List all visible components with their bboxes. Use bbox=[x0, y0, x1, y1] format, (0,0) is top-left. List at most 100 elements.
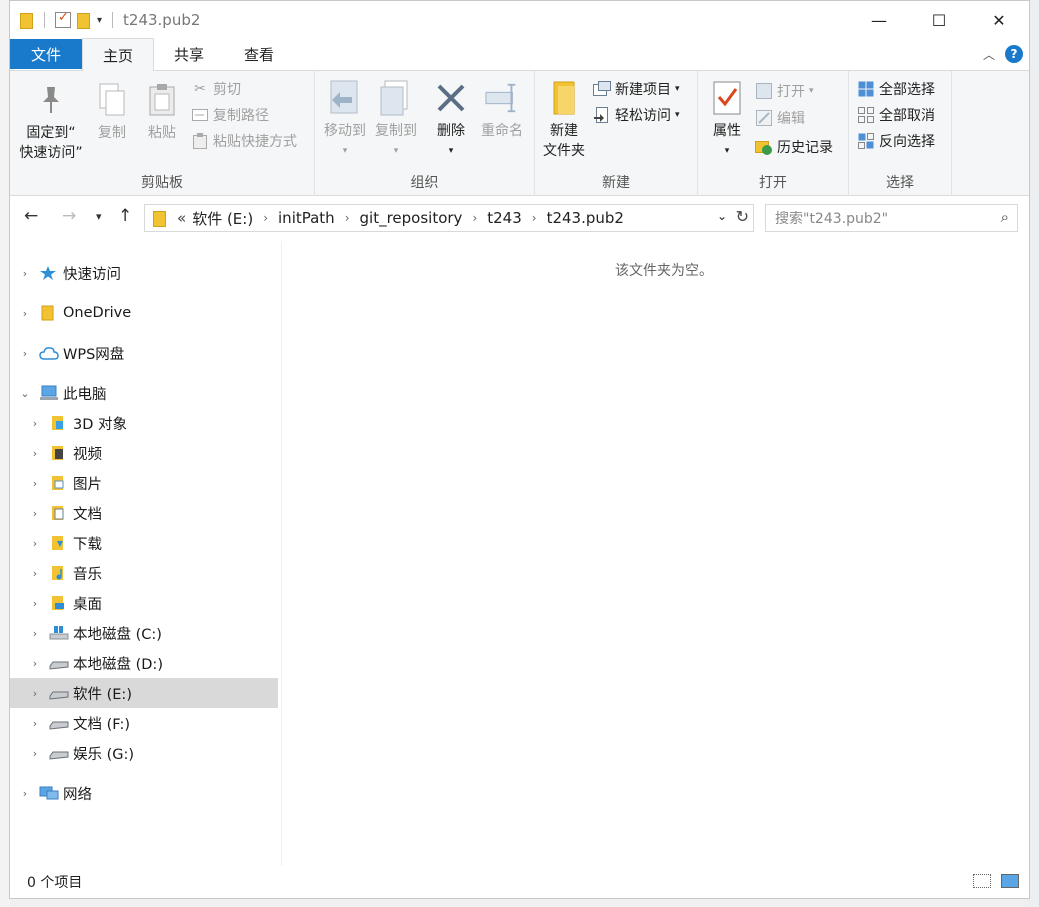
chevron-right-icon[interactable]: › bbox=[19, 267, 31, 280]
up-arrow-icon[interactable]: ↑ bbox=[118, 206, 132, 226]
search-icon[interactable]: ⌕ bbox=[1001, 208, 1009, 226]
tree-item-onedrive[interactable]: › OneDrive bbox=[10, 298, 278, 328]
tree-item-drive-d[interactable]: › 本地磁盘 (D:) bbox=[10, 648, 278, 678]
tab-home[interactable]: 主页 bbox=[82, 38, 155, 71]
copy-button[interactable]: 复制 bbox=[90, 81, 134, 143]
paste-button[interactable]: 粘贴 bbox=[140, 81, 184, 143]
delete-button[interactable]: 删除 ▾ bbox=[431, 79, 471, 161]
tree-label: 文档 (F:) bbox=[73, 716, 131, 733]
chevron-right-icon[interactable]: › bbox=[19, 787, 31, 800]
tree-item-3d-objects[interactable]: › 3D 对象 bbox=[10, 408, 278, 438]
tree-item-quick-access[interactable]: › 快速访问 bbox=[10, 258, 278, 288]
address-bar[interactable]: « 软件 (E:) › initPath › git_repository › … bbox=[144, 204, 754, 232]
music-icon bbox=[49, 565, 67, 581]
chevron-right-icon[interactable]: › bbox=[29, 597, 41, 610]
chevron-right-icon[interactable]: › bbox=[29, 567, 41, 580]
chevron-right-icon[interactable]: › bbox=[29, 507, 41, 520]
collapse-ribbon-icon[interactable]: ︿ bbox=[983, 46, 995, 63]
copy-to-icon bbox=[379, 79, 413, 117]
copy-to-button[interactable]: 复制到 ▾ bbox=[371, 79, 421, 161]
back-arrow-icon[interactable]: ← bbox=[24, 206, 38, 226]
move-to-button[interactable]: 移动到 ▾ bbox=[320, 79, 370, 161]
history-icon bbox=[755, 138, 773, 156]
chevron-right-icon[interactable]: › bbox=[29, 477, 41, 490]
new-item-icon bbox=[593, 80, 611, 98]
rename-button[interactable]: 重命名 bbox=[477, 79, 527, 141]
maximize-button[interactable]: ☐ bbox=[909, 1, 969, 39]
tab-share[interactable]: 共享 bbox=[154, 38, 224, 70]
close-button[interactable]: ✕ bbox=[969, 1, 1029, 39]
tab-view[interactable]: 查看 bbox=[224, 38, 294, 70]
details-view-icon[interactable] bbox=[973, 874, 991, 888]
tree-label: 网络 bbox=[63, 786, 92, 803]
chevron-right-icon[interactable]: › bbox=[29, 447, 41, 460]
history-button[interactable]: 历史记录 bbox=[755, 137, 833, 157]
address-history-chevron-icon[interactable]: ⌄ bbox=[717, 209, 727, 223]
drive-icon bbox=[49, 655, 69, 671]
tree-item-this-pc[interactable]: ⌄ 此电脑 bbox=[10, 378, 278, 408]
breadcrumb-git-repository[interactable]: git_repository bbox=[360, 209, 463, 227]
file-list-pane[interactable]: 该文件夹为空。 bbox=[283, 241, 1029, 866]
new-folder-quick-icon[interactable] bbox=[77, 12, 91, 29]
cut-button[interactable]: ✂ 剪切 bbox=[191, 79, 241, 99]
invert-selection-button[interactable]: 反向选择 bbox=[857, 131, 935, 151]
chevron-down-icon[interactable]: ⌄ bbox=[19, 387, 31, 400]
tab-file[interactable]: 文件 bbox=[10, 39, 83, 69]
tree-item-drive-g[interactable]: › 娱乐 (G:) bbox=[10, 738, 278, 768]
help-icon[interactable]: ? bbox=[1005, 45, 1023, 63]
chevron-down-icon[interactable]: ▾ bbox=[97, 15, 102, 26]
tree-item-downloads[interactable]: › 下载 bbox=[10, 528, 278, 558]
chevron-right-icon[interactable]: › bbox=[29, 657, 41, 670]
select-all-button[interactable]: 全部选择 bbox=[857, 79, 935, 99]
edit-button[interactable]: 编辑 bbox=[755, 108, 805, 128]
chevron-right-icon[interactable]: › bbox=[29, 747, 41, 760]
tree-item-music[interactable]: › 音乐 bbox=[10, 558, 278, 588]
breadcrumb-drive[interactable]: 软件 (E:) bbox=[192, 208, 253, 229]
breadcrumb-t243[interactable]: t243 bbox=[487, 209, 522, 227]
group-new: 新建 文件夹 新建项目 ▾ 轻松访问 ▾ 新建 bbox=[535, 71, 698, 196]
chevron-right-icon[interactable]: › bbox=[29, 627, 41, 640]
minimize-button[interactable]: — bbox=[849, 1, 909, 39]
paste-shortcut-button[interactable]: 粘贴快捷方式 bbox=[191, 131, 297, 151]
tree-item-documents[interactable]: › 文档 bbox=[10, 498, 278, 528]
select-none-button[interactable]: 全部取消 bbox=[857, 105, 935, 125]
open-button[interactable]: 打开 ▾ bbox=[755, 81, 814, 101]
forward-arrow-icon[interactable]: → bbox=[62, 206, 76, 226]
group-organize: 移动到 ▾ 复制到 ▾ 删除 ▾ 重命名 组织 bbox=[315, 71, 535, 196]
properties-quick-icon[interactable] bbox=[55, 10, 71, 28]
breadcrumb-initpath[interactable]: initPath bbox=[278, 209, 335, 227]
search-input[interactable]: 搜索"t243.pub2" ⌕ bbox=[765, 204, 1018, 232]
properties-button[interactable]: 属性 ▾ bbox=[704, 79, 750, 161]
window-controls: — ☐ ✕ bbox=[849, 1, 1029, 39]
refresh-icon[interactable]: ↻ bbox=[736, 207, 749, 226]
chevron-right-icon[interactable]: › bbox=[19, 307, 31, 320]
new-folder-button[interactable]: 新建 文件夹 bbox=[539, 79, 589, 161]
tree-item-desktop[interactable]: › 桌面 bbox=[10, 588, 278, 618]
copy-path-button[interactable]: 复制路径 bbox=[191, 105, 269, 125]
chevron-right-icon[interactable]: › bbox=[29, 537, 41, 550]
tree-item-pictures[interactable]: › 图片 bbox=[10, 468, 278, 498]
tree-item-drive-f[interactable]: › 文档 (F:) bbox=[10, 708, 278, 738]
chevron-right-icon[interactable]: › bbox=[29, 687, 41, 700]
breadcrumb-separator-icon[interactable]: › bbox=[263, 211, 268, 225]
pin-quick-access-button[interactable]: 固定到“ 快速访问” bbox=[18, 81, 84, 163]
tree-item-wps-cloud[interactable]: › WPS网盘 bbox=[10, 338, 278, 368]
chevron-right-icon[interactable]: › bbox=[29, 417, 41, 430]
chevron-right-icon[interactable]: › bbox=[29, 717, 41, 730]
large-icons-view-icon[interactable] bbox=[1001, 874, 1019, 888]
new-item-button[interactable]: 新建项目 ▾ bbox=[593, 79, 680, 99]
tree-item-videos[interactable]: › 视频 bbox=[10, 438, 278, 468]
overflow-chevrons-icon[interactable]: « bbox=[177, 209, 186, 227]
easy-access-label: 轻松访问 bbox=[615, 108, 671, 124]
tree-item-drive-c[interactable]: › 本地磁盘 (C:) bbox=[10, 618, 278, 648]
easy-access-button[interactable]: 轻松访问 ▾ bbox=[593, 105, 680, 125]
chevron-right-icon[interactable]: › bbox=[19, 347, 31, 360]
breadcrumb-t243-pub2[interactable]: t243.pub2 bbox=[547, 209, 624, 227]
breadcrumb-separator-icon[interactable]: › bbox=[532, 211, 537, 225]
tree-item-drive-e[interactable]: › 软件 (E:) bbox=[10, 678, 278, 708]
window-title: t243.pub2 bbox=[123, 11, 201, 29]
recent-locations-chevron-icon[interactable]: ▾ bbox=[96, 210, 102, 223]
breadcrumb-separator-icon[interactable]: › bbox=[345, 211, 350, 225]
tree-item-network[interactable]: › 网络 bbox=[10, 778, 278, 808]
breadcrumb-separator-icon[interactable]: › bbox=[472, 211, 477, 225]
